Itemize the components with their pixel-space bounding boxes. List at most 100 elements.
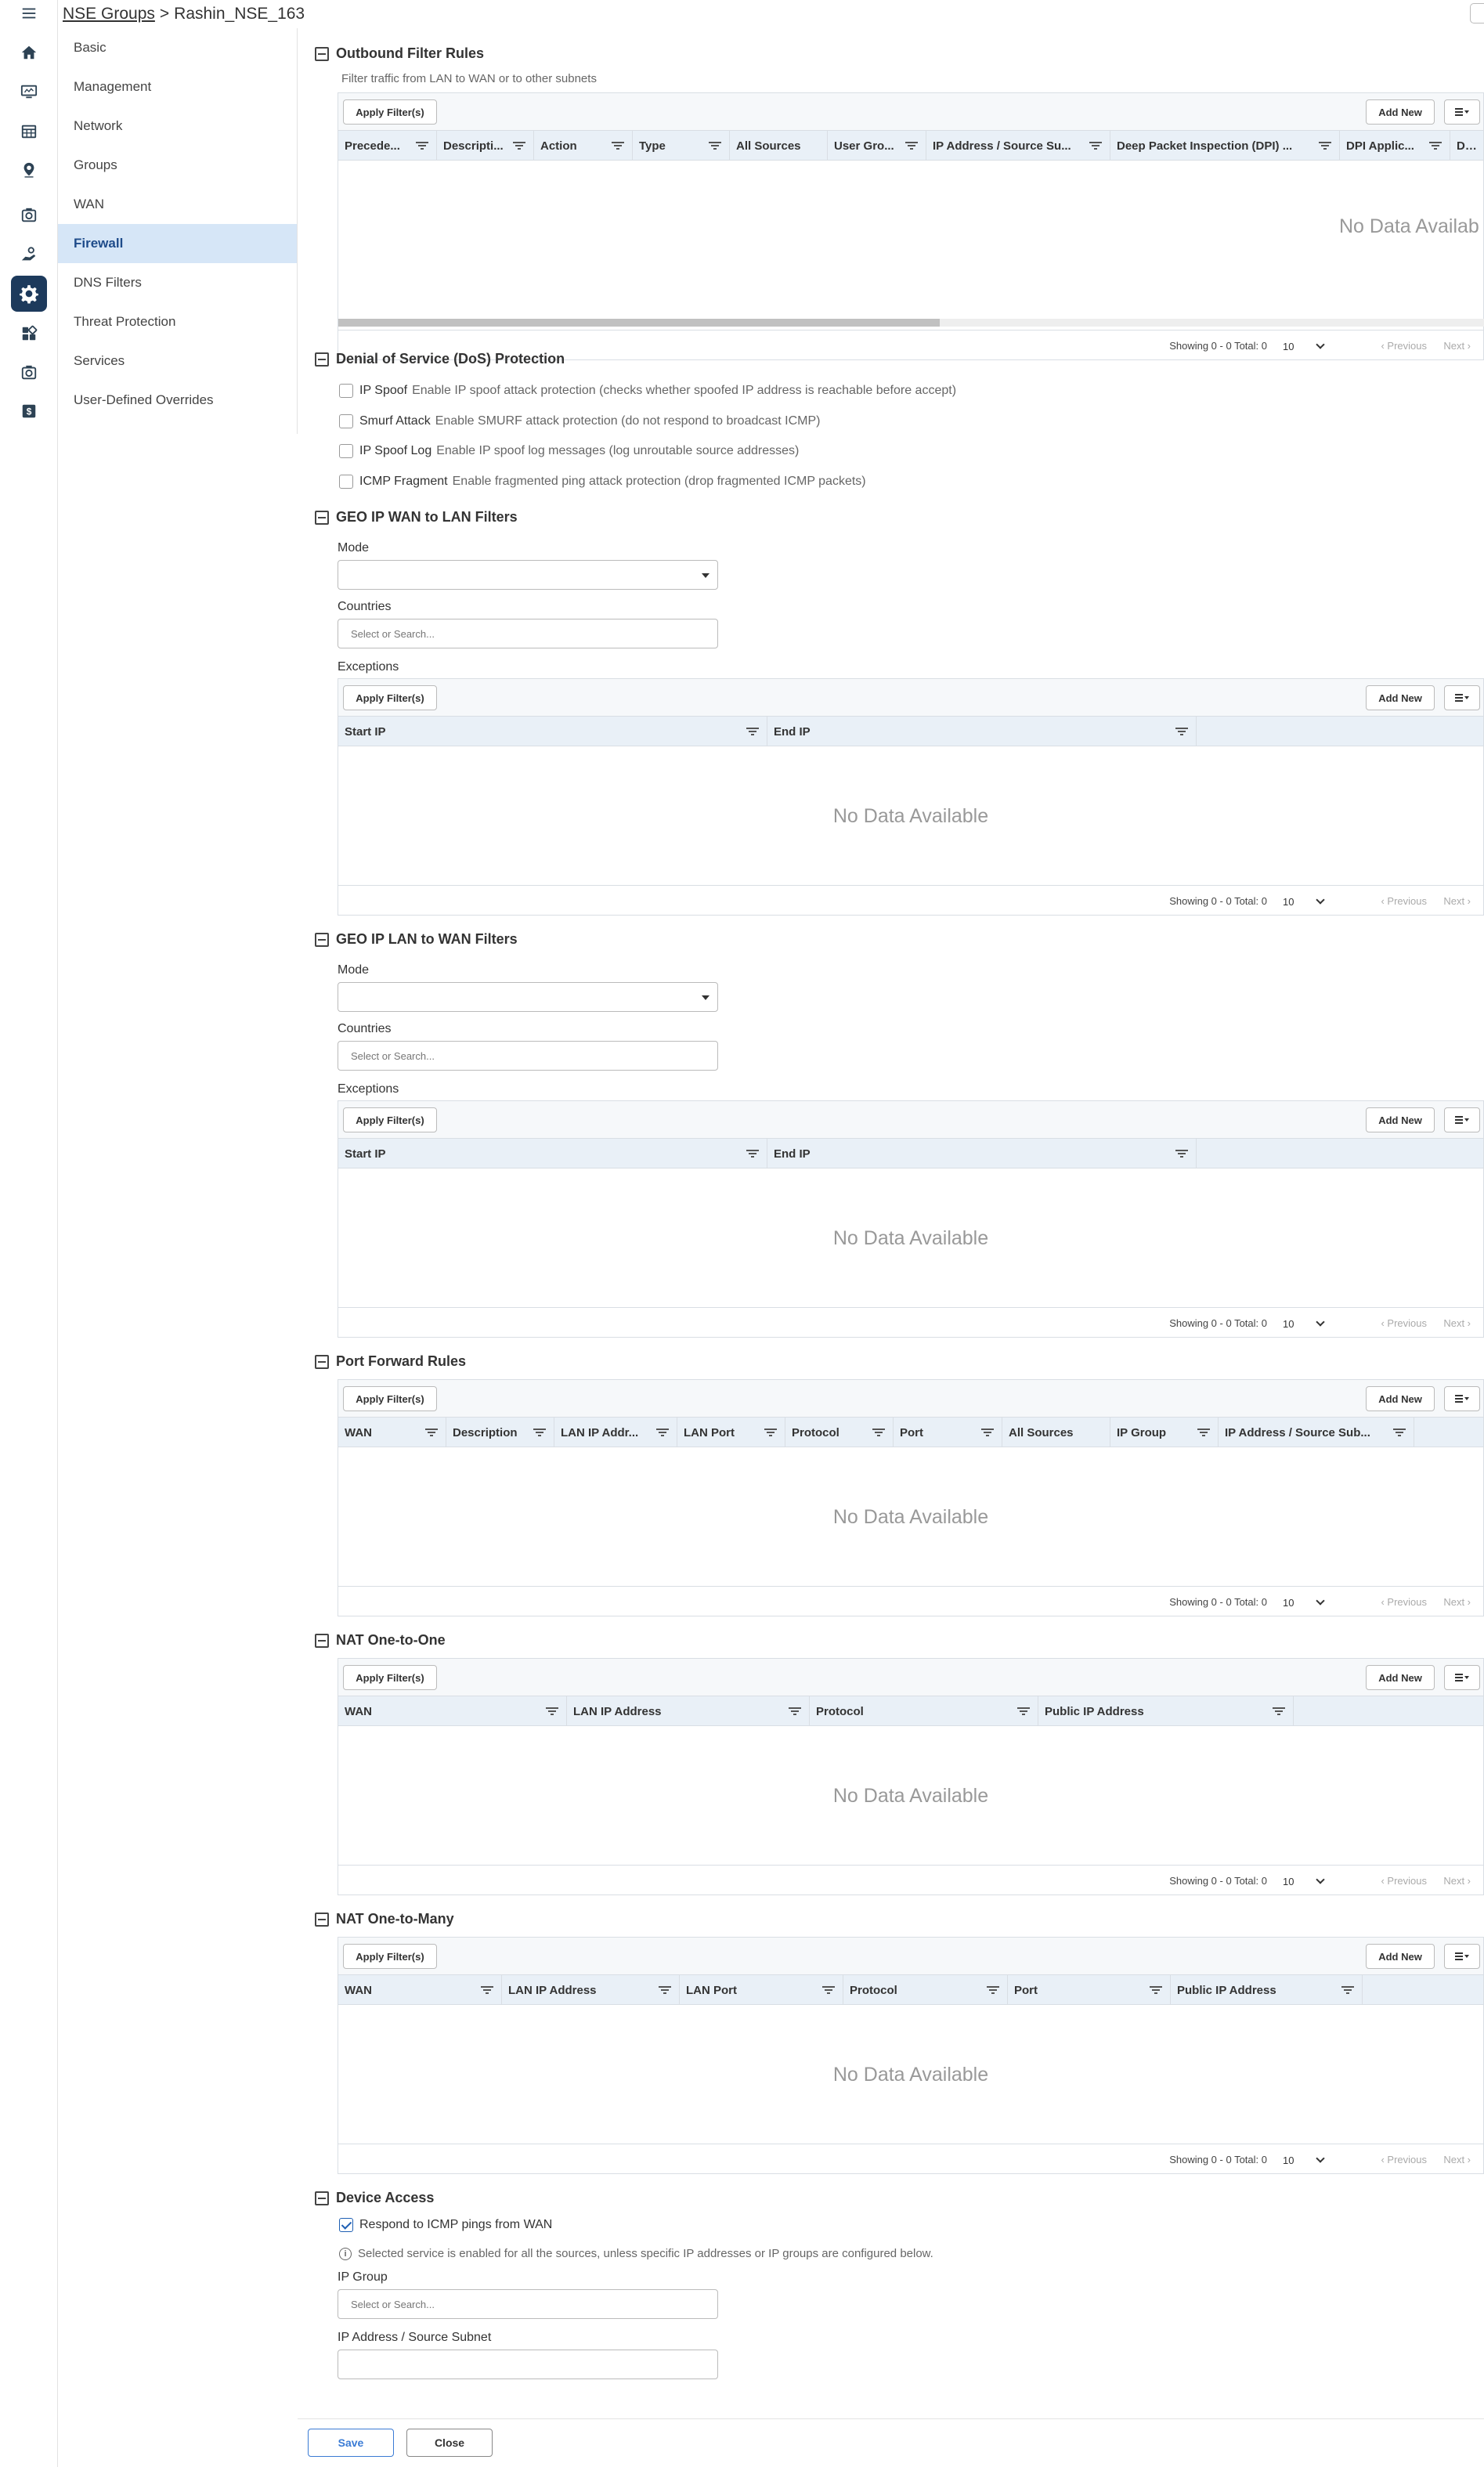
filter-icon[interactable] [612, 142, 624, 150]
dos-option-icmp-fragment[interactable]: ICMP Fragment Enable fragmented ping att… [339, 472, 866, 491]
section-port-forward-rules[interactable]: Port Forward Rules [315, 1353, 466, 1370]
home-icon[interactable] [17, 41, 41, 64]
filter-icon[interactable] [546, 1707, 558, 1715]
column-header[interactable]: Descripti... [437, 131, 534, 160]
collapse-icon[interactable] [315, 2191, 329, 2205]
apply-filters-button[interactable]: Apply Filter(s) [343, 1386, 437, 1411]
filter-icon[interactable] [905, 142, 918, 150]
column-header[interactable]: DPI [1450, 131, 1483, 160]
close-button[interactable]: Close [406, 2429, 493, 2457]
column-header[interactable]: Action [534, 131, 633, 160]
collapse-icon[interactable] [315, 1912, 329, 1927]
nav-item-basic[interactable]: Basic [58, 28, 297, 67]
dollar-icon[interactable]: $ [17, 399, 41, 423]
hand-money-icon[interactable] [17, 243, 41, 266]
filter-icon[interactable] [764, 1429, 777, 1436]
filter-icon[interactable] [1089, 142, 1102, 150]
column-header[interactable]: Precede... [338, 131, 437, 160]
page-size-select[interactable]: 10 [1278, 337, 1330, 356]
add-new-button[interactable]: Add New [1366, 99, 1435, 125]
filter-icon[interactable] [1150, 1986, 1162, 1994]
column-chooser-button[interactable] [1444, 685, 1480, 710]
column-header[interactable]: Description [446, 1418, 554, 1447]
ip-address-input[interactable] [338, 2350, 718, 2379]
filter-icon[interactable] [1429, 142, 1442, 150]
table-icon[interactable] [17, 120, 41, 143]
section-geo-ip-wan-to-lan[interactable]: GEO IP WAN to LAN Filters [315, 509, 518, 526]
column-header[interactable]: LAN IP Address [567, 1696, 810, 1725]
add-new-button[interactable]: Add New [1366, 1107, 1435, 1132]
column-header[interactable]: WAN [338, 1418, 446, 1447]
filter-icon[interactable] [1175, 1150, 1188, 1158]
previous-page-button[interactable]: ‹ Previous [1381, 1866, 1427, 1895]
column-header[interactable]: Public IP Address [1171, 1975, 1363, 2004]
add-new-button[interactable]: Add New [1366, 1944, 1435, 1969]
breadcrumb-link-nse-groups[interactable]: NSE Groups [63, 5, 155, 23]
column-header[interactable]: Start IP [338, 717, 767, 746]
previous-page-button[interactable]: ‹ Previous [1381, 886, 1427, 916]
next-page-button[interactable]: Next › [1443, 886, 1471, 916]
filter-icon[interactable] [656, 1429, 669, 1436]
column-header[interactable]: LAN IP Address [502, 1975, 680, 2004]
page-size-select[interactable]: 10 [1278, 2151, 1330, 2169]
add-new-button[interactable]: Add New [1366, 1386, 1435, 1411]
apply-filters-button[interactable]: Apply Filter(s) [343, 685, 437, 710]
apply-filters-button[interactable]: Apply Filter(s) [343, 1944, 437, 1969]
column-chooser-button[interactable] [1444, 1107, 1480, 1132]
filter-icon[interactable] [1319, 142, 1331, 150]
column-header[interactable]: User Gro... [828, 131, 926, 160]
add-new-button[interactable]: Add New [1366, 685, 1435, 710]
column-header[interactable]: Protocol [785, 1418, 894, 1447]
filter-icon[interactable] [981, 1429, 994, 1436]
section-geo-ip-lan-to-wan[interactable]: GEO IP LAN to WAN Filters [315, 931, 518, 948]
nav-item-threat-protection[interactable]: Threat Protection [58, 302, 297, 341]
camera-icon[interactable] [17, 361, 41, 385]
filter-icon[interactable] [1393, 1429, 1406, 1436]
page-size-select[interactable]: 10 [1278, 1314, 1330, 1333]
section-dos-protection[interactable]: Denial of Service (DoS) Protection [315, 351, 565, 367]
column-header[interactable]: Protocol [843, 1975, 1008, 2004]
mode-select[interactable] [338, 982, 718, 1012]
collapse-icon[interactable] [315, 510, 329, 525]
next-page-button[interactable]: Next › [1443, 2144, 1471, 2174]
column-header[interactable]: LAN IP Addr... [554, 1418, 677, 1447]
page-size-select[interactable]: 10 [1278, 892, 1330, 911]
horizontal-scrollbar[interactable] [338, 319, 1484, 327]
apps-icon[interactable] [17, 322, 41, 345]
icmp-fragment-checkbox[interactable] [339, 475, 353, 489]
apply-filters-button[interactable]: Apply Filter(s) [343, 1665, 437, 1690]
column-chooser-button[interactable] [1444, 1386, 1480, 1411]
filter-icon[interactable] [1175, 728, 1188, 735]
next-page-button[interactable]: Next › [1443, 1308, 1471, 1338]
countries-input[interactable]: Select or Search... [338, 1041, 718, 1071]
filter-icon[interactable] [416, 142, 428, 150]
nav-item-user-defined-overrides[interactable]: User-Defined Overrides [58, 381, 297, 420]
column-chooser-button[interactable] [1444, 1944, 1480, 1969]
section-device-access[interactable]: Device Access [315, 2190, 434, 2206]
scrollbar-thumb[interactable] [338, 319, 940, 327]
panel-toggle-button[interactable] [1470, 3, 1484, 23]
column-header[interactable]: All Sources [730, 131, 828, 160]
filter-icon[interactable] [533, 1429, 546, 1436]
column-header[interactable]: Port [894, 1418, 1002, 1447]
apply-filters-button[interactable]: Apply Filter(s) [343, 99, 437, 125]
filter-icon[interactable] [872, 1429, 885, 1436]
filter-icon[interactable] [1017, 1707, 1030, 1715]
next-page-button[interactable]: Next › [1443, 330, 1471, 360]
page-size-select[interactable]: 10 [1278, 1593, 1330, 1612]
filter-icon[interactable] [1197, 1429, 1210, 1436]
column-header[interactable]: WAN [338, 1696, 567, 1725]
column-header[interactable]: DPI Applic... [1340, 131, 1450, 160]
column-header[interactable]: Start IP [338, 1139, 767, 1168]
collapse-icon[interactable] [315, 1633, 329, 1648]
filter-icon[interactable] [1341, 1986, 1354, 1994]
previous-page-button[interactable]: ‹ Previous [1381, 1587, 1427, 1616]
column-header[interactable]: Port [1008, 1975, 1171, 2004]
collapse-icon[interactable] [315, 1354, 329, 1369]
section-outbound-filter-rules[interactable]: Outbound Filter Rules [315, 45, 484, 62]
save-button[interactable]: Save [308, 2429, 394, 2457]
previous-page-button[interactable]: ‹ Previous [1381, 2144, 1427, 2174]
filter-icon[interactable] [746, 728, 759, 735]
nav-item-network[interactable]: Network [58, 107, 297, 146]
nav-item-groups[interactable]: Groups [58, 146, 297, 185]
